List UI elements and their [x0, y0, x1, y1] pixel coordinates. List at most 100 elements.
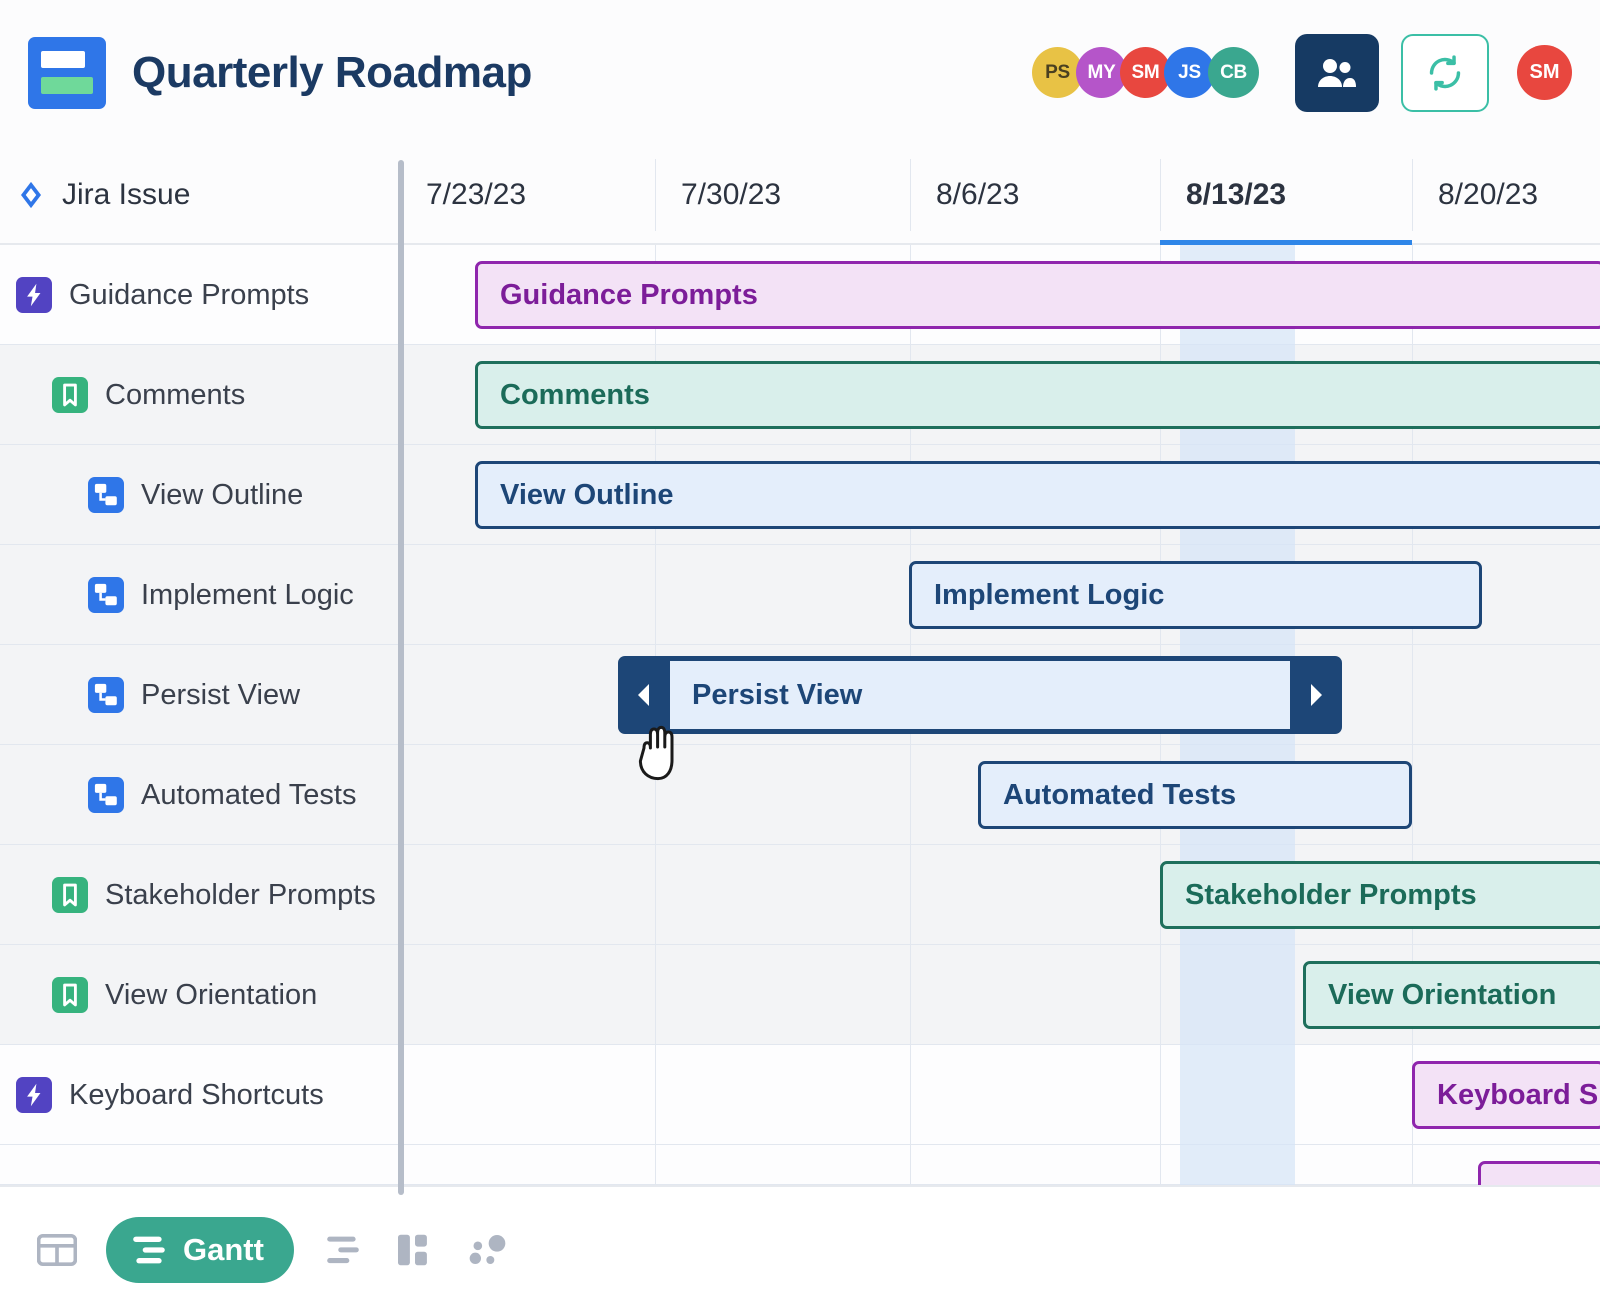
gantt-bar-view-orientation[interactable]: View Orientation [1303, 961, 1600, 1029]
row-label-text: Guidance Prompts [69, 279, 309, 312]
header-actions: PSMYSMJSCB SM [1032, 34, 1572, 112]
avatar-cb[interactable]: CB [1208, 47, 1259, 98]
gantt-bar-label: Keyboard S [1437, 1079, 1598, 1112]
roadmap-logo-icon [28, 37, 106, 109]
people-icon [1316, 57, 1358, 89]
view-chart-button[interactable] [456, 1219, 518, 1281]
row-label-text: View Orientation [105, 979, 317, 1012]
current-user-initials: SM [1530, 61, 1560, 84]
avatar-initials: CB [1220, 62, 1247, 84]
date-column-header-4[interactable]: 8/13/23 [1160, 145, 1412, 245]
chart-dots-icon [467, 1233, 507, 1267]
subtask-icon [88, 777, 124, 813]
row-label-persist-view[interactable]: Persist View [0, 645, 399, 745]
gantt-bar-dragging[interactable]: Persist View [618, 656, 1342, 734]
gantt-bar-label: Implement Logic [934, 579, 1164, 612]
logo-bar-green [41, 77, 93, 94]
logo-bar-white [41, 51, 85, 68]
row-label-implement-logic[interactable]: Implement Logic [0, 545, 399, 645]
subtask-icon [88, 677, 124, 713]
gantt-bar-comments[interactable]: Comments [475, 361, 1600, 429]
timeline-icon [323, 1235, 363, 1265]
current-user-avatar[interactable]: SM [1517, 45, 1572, 100]
gantt-bar-stakeholder-prompts[interactable]: Stakeholder Prompts [1160, 861, 1600, 929]
left-column-header-label: Jira Issue [62, 178, 190, 212]
gantt-icon [130, 1235, 168, 1265]
gantt-bar-label: View Outline [500, 479, 674, 512]
row-label-stakeholder-prompts[interactable]: Stakeholder Prompts [0, 845, 399, 945]
subtask-icon [88, 577, 124, 613]
column-resize-splitter[interactable] [398, 160, 404, 1195]
row-label-text: Persist View [141, 679, 300, 712]
row-label-column: Guidance Prompts Comments View Outline Impl… [0, 245, 399, 1185]
board-icon [396, 1233, 434, 1267]
gantt-bar-body[interactable]: Persist View [670, 661, 1290, 729]
header-column-divider [910, 159, 911, 231]
row-label-text: View Outline [141, 479, 303, 512]
chevron-right-icon [1306, 682, 1326, 708]
epic-bolt-icon [16, 277, 52, 313]
avatar-initials: MY [1088, 62, 1116, 84]
gantt-bar-label: Automated Tests [1003, 779, 1236, 812]
row-label-text: Implement Logic [141, 579, 354, 612]
view-gantt-button[interactable]: Gantt [106, 1217, 294, 1283]
gantt-bar-implement-logic[interactable]: Implement Logic [909, 561, 1482, 629]
gantt-bar-partial[interactable] [1478, 1161, 1600, 1185]
row-label-text: Keyboard Shortcuts [69, 1079, 324, 1112]
left-column-header[interactable]: Jira Issue [0, 145, 400, 245]
page-title: Quarterly Roadmap [132, 48, 532, 98]
resize-handle-right[interactable] [1290, 656, 1342, 734]
epic-bolt-icon [16, 1077, 52, 1113]
header-column-divider [1160, 159, 1161, 231]
date-column-label: 7/30/23 [681, 178, 781, 212]
refresh-icon [1426, 54, 1464, 92]
avatar-initials: SM [1132, 62, 1160, 84]
column-header-row: Jira Issue 7/23/23 7/30/23 8/6/23 8/13/23 8/… [0, 145, 1600, 245]
date-column-header-3[interactable]: 8/6/23 [910, 145, 1160, 245]
date-column-label: 8/6/23 [936, 178, 1019, 212]
jira-diamond-icon [16, 180, 46, 210]
view-table-button[interactable] [26, 1219, 88, 1281]
view-timeline-button[interactable] [312, 1219, 374, 1281]
row-label-text: Automated Tests [141, 779, 356, 812]
gantt-bar-label: Persist View [692, 679, 862, 712]
row-label-automated-tests[interactable]: Automated Tests [0, 745, 399, 845]
row-label-comments[interactable]: Comments [0, 345, 399, 445]
resize-handle-left[interactable] [618, 656, 670, 734]
row-label-text: Comments [105, 379, 245, 412]
collaborator-avatar-stack[interactable]: PSMYSMJSCB [1032, 47, 1259, 98]
avatar-initials: PS [1045, 62, 1070, 84]
date-column-header-1[interactable]: 7/23/23 [400, 145, 655, 245]
header-column-divider [1412, 159, 1413, 231]
gantt-bar-label: Stakeholder Prompts [1185, 879, 1477, 912]
story-bookmark-icon [52, 977, 88, 1013]
date-column-header-5[interactable]: 8/20/23 [1412, 145, 1600, 245]
chevron-left-icon [634, 682, 654, 708]
gantt-bar-automated-tests[interactable]: Automated Tests [978, 761, 1412, 829]
gantt-bar-label: Guidance Prompts [500, 279, 758, 312]
header-column-divider [655, 159, 656, 231]
view-board-button[interactable] [384, 1219, 446, 1281]
gantt-app-window: Quarterly Roadmap PSMYSMJSCB [0, 0, 1600, 1312]
table-grid-icon [37, 1233, 77, 1267]
row-label-text: Stakeholder Prompts [105, 879, 376, 912]
date-column-label: 7/23/23 [426, 178, 526, 212]
row-label-view-orientation[interactable]: View Orientation [0, 945, 399, 1045]
gantt-bar-label: View Orientation [1328, 979, 1556, 1012]
date-column-header-2[interactable]: 7/30/23 [655, 145, 910, 245]
gantt-bar-guidance-prompts[interactable]: Guidance Prompts [475, 261, 1600, 329]
story-bookmark-icon [52, 377, 88, 413]
gantt-bar-keyboard-s[interactable]: Keyboard S [1412, 1061, 1600, 1129]
share-button[interactable] [1295, 34, 1379, 112]
row-label-keyboard-shortcuts[interactable]: Keyboard Shortcuts [0, 1045, 399, 1145]
row-label-guidance-prompts[interactable]: Guidance Prompts [0, 245, 399, 345]
date-column-label: 8/13/23 [1186, 178, 1286, 212]
subtask-icon [88, 477, 124, 513]
gantt-body: Guidance Prompts Comments View Outline Impl… [0, 245, 1600, 1185]
refresh-button[interactable] [1401, 34, 1489, 112]
gantt-bar-label: Comments [500, 379, 650, 412]
view-switcher-toolbar: Gantt [0, 1185, 1600, 1312]
gantt-bar-view-outline[interactable]: View Outline [475, 461, 1600, 529]
row-label-view-outline[interactable]: View Outline [0, 445, 399, 545]
view-gantt-label: Gantt [183, 1232, 264, 1268]
